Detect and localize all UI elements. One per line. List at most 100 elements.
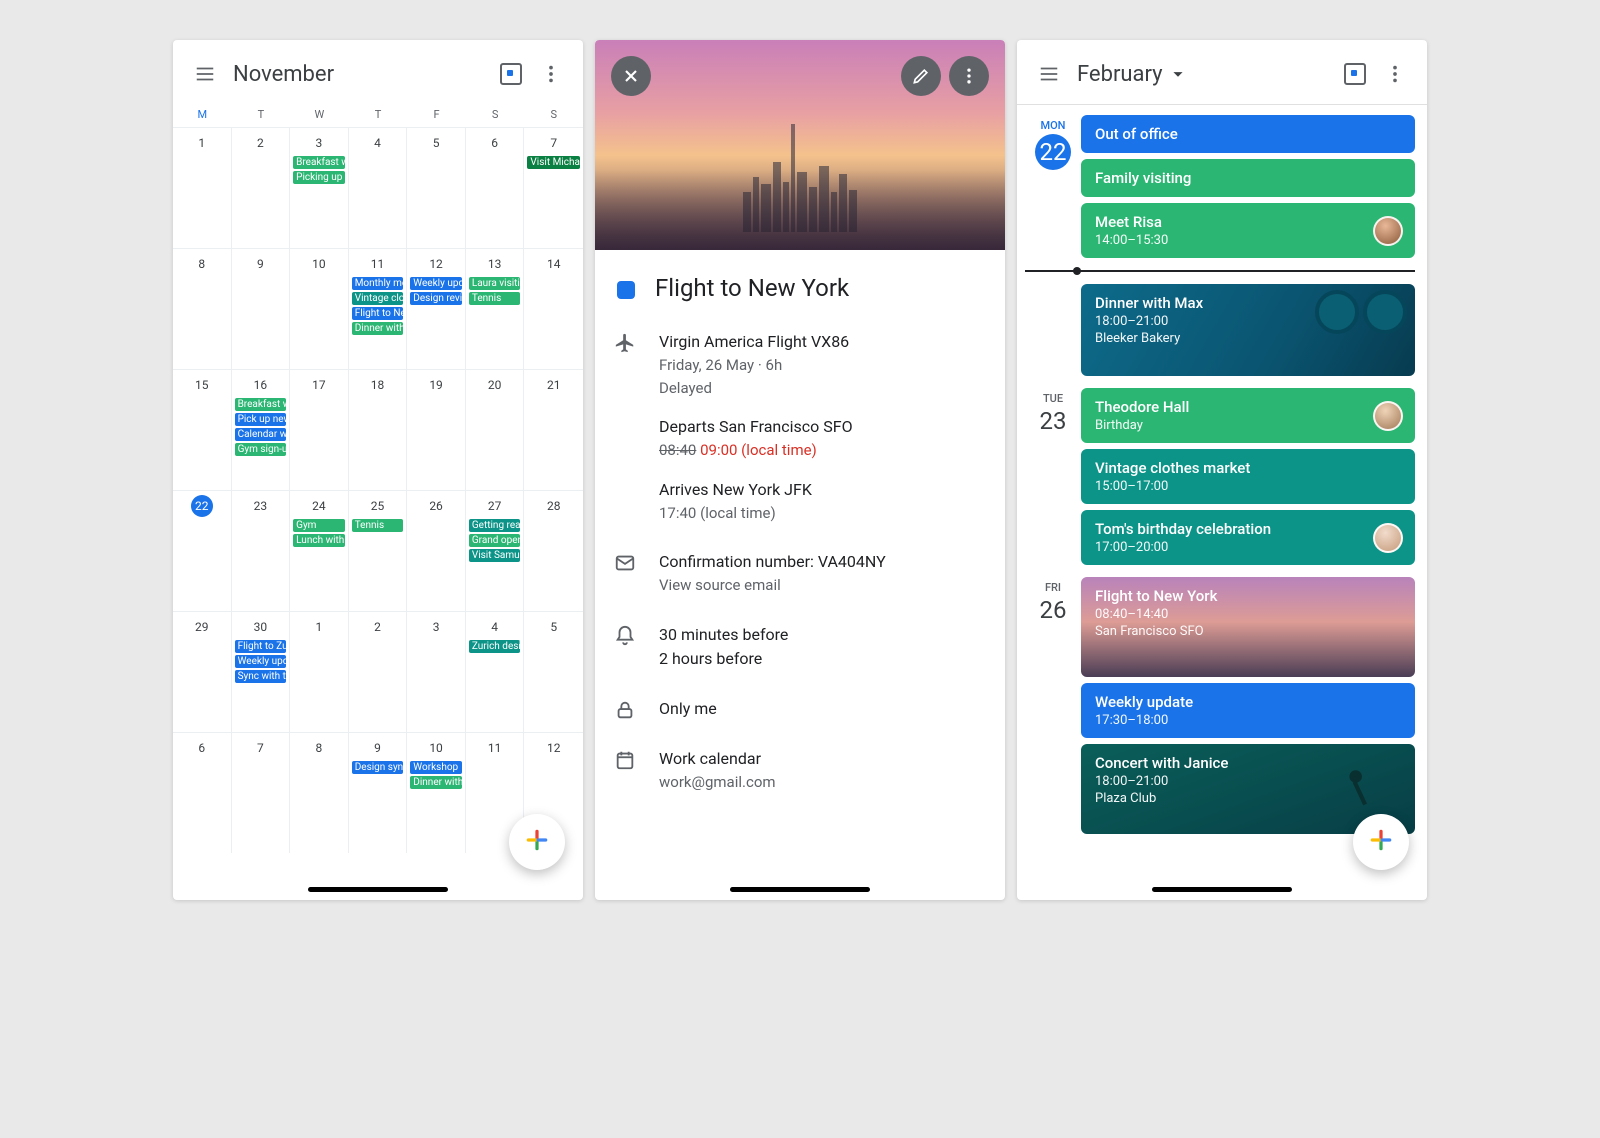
day-cell[interactable]: 3Breakfast wPicking up (290, 128, 349, 248)
event-chip[interactable]: Getting rea (469, 519, 521, 532)
event-chip[interactable]: Calendar w (235, 428, 287, 441)
event-chip[interactable]: Zurich desi (469, 640, 521, 653)
today-button[interactable] (491, 54, 531, 94)
event-chip[interactable]: Lunch with (293, 534, 345, 547)
event-chip[interactable]: Breakfast w (235, 398, 287, 411)
event-chip[interactable]: Monthly me (352, 277, 404, 290)
event-chip[interactable]: Tennis (469, 292, 521, 305)
event-chip[interactable]: Workshop (410, 761, 462, 774)
day-cell[interactable]: 30Flight to ZuWeekly updSync with t (232, 612, 291, 732)
event-chip[interactable]: Flight to Ne (352, 307, 404, 320)
event-card[interactable]: Flight to New York08:40–14:40San Francis… (1081, 577, 1415, 677)
day-cell[interactable]: 2 (232, 128, 291, 248)
day-cell[interactable]: 1 (173, 128, 232, 248)
day-cell[interactable]: 19 (407, 370, 466, 490)
event-card[interactable]: Meet Risa14:00–15:30 (1081, 203, 1415, 258)
event-overflow-button[interactable] (949, 56, 989, 96)
menu-button[interactable] (185, 54, 225, 94)
event-card[interactable]: Vintage clothes market15:00–17:00 (1081, 449, 1415, 504)
today-button[interactable] (1335, 54, 1375, 94)
overflow-button[interactable] (1375, 54, 1415, 94)
day-cell[interactable]: 25Tennis (349, 491, 408, 611)
event-chip[interactable]: Grand open (469, 534, 521, 547)
day-cell[interactable]: 27Getting reaGrand openVisit Samue (466, 491, 525, 611)
day-cell[interactable]: 10 (290, 249, 349, 369)
day-cell[interactable]: 13Laura visitiTennis (466, 249, 525, 369)
day-cell[interactable]: 20 (466, 370, 525, 490)
day-cell[interactable]: 5 (524, 612, 583, 732)
day-cell[interactable]: 9 (232, 249, 291, 369)
event-card[interactable]: Tom's birthday celebration17:00–20:00 (1081, 510, 1415, 565)
day-cell[interactable]: 3 (407, 612, 466, 732)
day-label: FRI26 (1025, 577, 1081, 834)
event-chip[interactable]: Weekly upd (235, 655, 287, 668)
day-cell[interactable]: 26 (407, 491, 466, 611)
reminders-row[interactable]: 30 minutes before 2 hours before (613, 623, 987, 671)
month-grid[interactable]: 123Breakfast wPicking up4567Visit Micha8… (173, 127, 583, 900)
overflow-button[interactable] (531, 54, 571, 94)
event-card[interactable]: Out of office (1081, 115, 1415, 153)
create-event-fab[interactable] (509, 814, 565, 870)
event-chip[interactable]: Dinner with (352, 322, 404, 335)
close-button[interactable] (611, 56, 651, 96)
day-cell[interactable]: 1 (290, 612, 349, 732)
event-chip[interactable]: Weekly upd (410, 277, 462, 290)
event-chip[interactable]: Flight to Zu (235, 640, 287, 653)
event-chip[interactable]: Gym (293, 519, 345, 532)
day-cell[interactable]: 12Weekly updDesign revi (407, 249, 466, 369)
day-cell[interactable]: 10WorkshopDinner with (407, 733, 466, 853)
event-chip[interactable]: Visit Micha (527, 156, 580, 169)
month-title[interactable]: November (233, 62, 491, 87)
event-card[interactable]: Theodore HallBirthday (1081, 388, 1415, 443)
day-cell[interactable]: 6 (173, 733, 232, 853)
schedule-list[interactable]: MON22Out of officeFamily visitingMeet Ri… (1017, 105, 1427, 900)
event-chip[interactable]: Tennis (352, 519, 404, 532)
event-chip[interactable]: Laura visiti (469, 277, 521, 290)
day-cell[interactable]: 17 (290, 370, 349, 490)
view-source-email[interactable]: View source email (659, 574, 886, 597)
day-cell[interactable]: 21 (524, 370, 583, 490)
day-cell[interactable]: 2 (349, 612, 408, 732)
more-vert-icon (540, 63, 562, 85)
event-chip[interactable]: Breakfast w (293, 156, 345, 169)
month-dropdown[interactable]: February (1077, 62, 1335, 87)
day-cell[interactable]: 14 (524, 249, 583, 369)
day-cell[interactable]: 8 (173, 249, 232, 369)
event-chip[interactable]: Design revi (410, 292, 462, 305)
event-chip[interactable]: Gym sign-u (235, 443, 287, 456)
day-cell[interactable]: 18 (349, 370, 408, 490)
event-chip[interactable]: Design syn (352, 761, 404, 774)
event-chip[interactable]: Sync with t (235, 670, 287, 683)
day-cell[interactable]: 23 (232, 491, 291, 611)
day-cell[interactable]: 8 (290, 733, 349, 853)
day-cell[interactable]: 7Visit Micha (524, 128, 583, 248)
day-cell[interactable]: 29 (173, 612, 232, 732)
day-cell[interactable]: 22 (173, 491, 232, 611)
day-cell[interactable]: 15 (173, 370, 232, 490)
flight-info-row: Virgin America Flight VX86 Friday, 26 Ma… (613, 330, 987, 524)
day-cell[interactable]: 24GymLunch with (290, 491, 349, 611)
day-cell[interactable]: 4Zurich desi (466, 612, 525, 732)
menu-button[interactable] (1029, 54, 1069, 94)
day-cell[interactable]: 9Design syn (349, 733, 408, 853)
day-cell[interactable]: 5 (407, 128, 466, 248)
create-event-fab[interactable] (1353, 814, 1409, 870)
event-card[interactable]: Family visiting (1081, 159, 1415, 197)
event-chip[interactable]: Vintage clo (352, 292, 404, 305)
event-chip[interactable]: Dinner with (410, 776, 462, 789)
event-card[interactable]: Dinner with Max18:00–21:00Bleeker Bakery (1081, 284, 1415, 376)
day-cell[interactable]: 28 (524, 491, 583, 611)
day-cell[interactable]: 7 (232, 733, 291, 853)
event-card[interactable]: Weekly update17:30–18:00 (1081, 683, 1415, 738)
day-cell[interactable]: 11Monthly meVintage cloFlight to NeDinne… (349, 249, 408, 369)
event-chip[interactable]: Pick up new (235, 413, 287, 426)
day-cell[interactable]: 16Breakfast wPick up newCalendar wGym si… (232, 370, 291, 490)
day-cell[interactable]: 6 (466, 128, 525, 248)
confirmation-row[interactable]: Confirmation number: VA404NY View source… (613, 550, 987, 597)
visibility-row[interactable]: Only me (613, 697, 987, 721)
edit-button[interactable] (901, 56, 941, 96)
event-chip[interactable]: Visit Samue (469, 549, 521, 562)
day-cell[interactable]: 4 (349, 128, 408, 248)
calendar-row[interactable]: Work calendar work@gmail.com (613, 747, 987, 794)
event-chip[interactable]: Picking up (293, 171, 345, 184)
